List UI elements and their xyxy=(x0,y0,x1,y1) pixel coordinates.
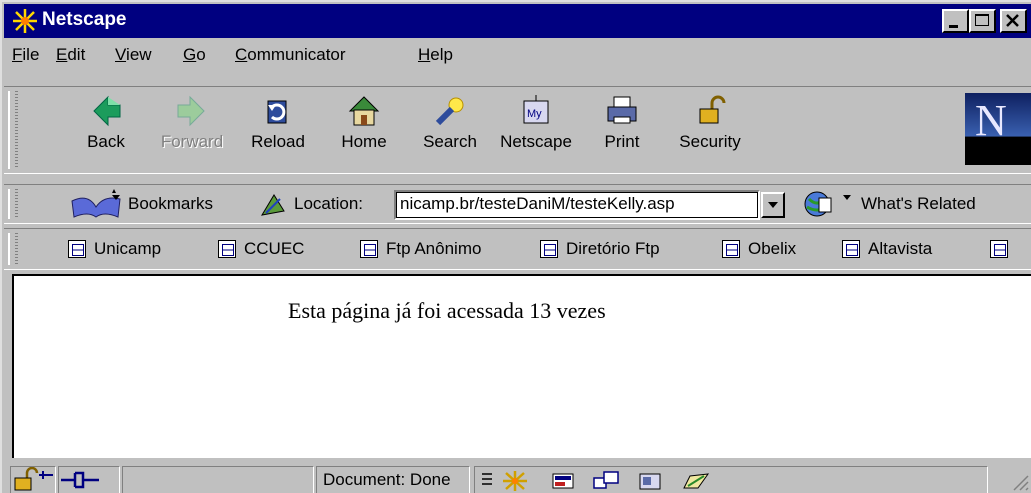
security-lock-icon xyxy=(699,95,726,124)
page-content[interactable]: Esta página já foi acessada 13 vezes xyxy=(12,274,1031,458)
mail-icon[interactable] xyxy=(550,470,580,492)
search-button[interactable]: Search xyxy=(408,91,492,167)
page-icon xyxy=(218,240,236,258)
netscape-app-icon[interactable] xyxy=(12,8,38,34)
reload-icon xyxy=(267,100,287,124)
home-icon xyxy=(348,96,380,126)
search-icon xyxy=(435,97,464,126)
grip-dots xyxy=(15,233,18,265)
my-netscape-button[interactable]: My Netscape xyxy=(494,91,578,167)
personal-toolbar: Unicamp CCUEC Ftp Anônimo Diretório Ftp … xyxy=(4,228,1031,270)
link-label: Obelix xyxy=(748,239,797,258)
browser-window: Netscape File Edit View Go Communicator … xyxy=(0,0,1031,493)
menu-bar: File Edit View Go Communicator Help xyxy=(4,40,1031,70)
menu-go[interactable]: Go xyxy=(183,45,206,65)
unlocked-padlock-icon xyxy=(14,466,53,491)
reload-button[interactable]: Reload xyxy=(236,91,320,167)
menu-file[interactable]: File xyxy=(12,45,39,65)
bookmarks-label[interactable]: Bookmarks xyxy=(128,194,213,214)
location-toolbar: Bookmarks Location: nicamp.br/testeDaniM… xyxy=(4,184,1031,224)
link-label: CCUEC xyxy=(244,239,305,258)
forward-button[interactable]: Forward xyxy=(150,91,234,167)
my-netscape-icon: My xyxy=(523,95,549,124)
forward-arrow-icon xyxy=(177,95,205,127)
link-label: Altavista xyxy=(868,239,933,258)
page-icon xyxy=(540,240,558,258)
title-bar[interactable]: Netscape xyxy=(4,4,1031,38)
bookmark-link-ccuec[interactable]: CCUEC xyxy=(218,236,304,262)
minimize-button[interactable] xyxy=(942,9,969,33)
status-text: Document: Done xyxy=(323,470,451,489)
page-icon xyxy=(990,240,1008,258)
bookmark-link-altavista[interactable]: Altavista xyxy=(842,236,932,262)
window-title: Netscape xyxy=(42,9,127,30)
link-label: Unicamp xyxy=(94,239,162,258)
whats-related-icon[interactable] xyxy=(799,189,859,219)
link-label: Ftp Anônimo xyxy=(386,239,482,258)
page-icon xyxy=(722,240,740,258)
page-icon xyxy=(68,240,86,258)
bookmark-link-unicamp[interactable]: Unicamp xyxy=(68,236,161,262)
location-page-icon[interactable] xyxy=(260,193,286,217)
visit-counter-text: Esta página já foi acessada 13 vezes xyxy=(288,298,606,323)
bookmark-link-more[interactable] xyxy=(990,236,1008,262)
composer-icon[interactable] xyxy=(680,470,714,492)
status-bar: Document: Done xyxy=(4,462,1031,493)
menu-communicator[interactable]: Communicator xyxy=(235,45,346,65)
bookmark-link-ftp-anonimo[interactable]: Ftp Anônimo xyxy=(360,236,481,262)
print-label: Print xyxy=(604,132,640,151)
back-arrow-icon xyxy=(93,95,121,127)
security-label: Security xyxy=(679,132,741,151)
menu-view[interactable]: View xyxy=(115,45,152,65)
security-status-area[interactable] xyxy=(10,466,56,493)
menu-help[interactable]: Help xyxy=(418,45,453,65)
svg-text:My: My xyxy=(527,108,542,120)
netscape-label: Netscape xyxy=(500,132,572,151)
whats-related-label[interactable]: What's Related xyxy=(861,194,976,214)
print-button[interactable]: Print xyxy=(580,91,664,167)
component-bar-grip[interactable] xyxy=(480,470,494,490)
plug-icon xyxy=(61,471,99,489)
discussions-icon[interactable] xyxy=(592,470,622,492)
navigation-toolbar: Back Forward Reload Home Search My Netsc… xyxy=(4,86,1031,174)
chevron-down-icon xyxy=(768,202,778,208)
connection-status-area xyxy=(58,466,120,493)
home-button[interactable]: Home xyxy=(322,91,406,167)
search-label: Search xyxy=(423,132,477,151)
logo-letter: N xyxy=(975,96,1007,145)
resize-grip-icon[interactable] xyxy=(1010,472,1030,492)
location-label: Location: xyxy=(294,194,363,213)
grip-dots xyxy=(15,189,18,219)
url-input[interactable]: nicamp.br/testeDaniM/testeKelly.asp xyxy=(394,190,760,220)
menu-edit[interactable]: Edit xyxy=(56,45,85,65)
close-button[interactable] xyxy=(1000,9,1027,33)
maximize-button[interactable] xyxy=(969,9,996,33)
forward-label: Forward xyxy=(160,132,224,151)
bookmark-link-diretorio-ftp[interactable]: Diretório Ftp xyxy=(540,236,660,262)
page-icon xyxy=(360,240,378,258)
reload-label: Reload xyxy=(251,132,305,151)
back-label: Back xyxy=(87,132,125,151)
link-label: Diretório Ftp xyxy=(566,239,660,258)
url-dropdown-button[interactable] xyxy=(761,192,785,218)
netscape-throbber-logo[interactable]: N xyxy=(965,93,1031,165)
home-label: Home xyxy=(341,132,387,151)
bookmarks-icon[interactable] xyxy=(68,189,126,219)
page-icon xyxy=(842,240,860,258)
grip-dots xyxy=(15,91,18,169)
back-button[interactable]: Back xyxy=(64,91,148,167)
security-button[interactable]: Security xyxy=(668,91,752,167)
progress-area xyxy=(122,466,314,493)
navigator-icon[interactable] xyxy=(500,470,530,492)
print-icon xyxy=(607,96,637,124)
bookmark-link-obelix[interactable]: Obelix xyxy=(722,236,796,262)
address-book-icon[interactable] xyxy=(636,470,666,492)
